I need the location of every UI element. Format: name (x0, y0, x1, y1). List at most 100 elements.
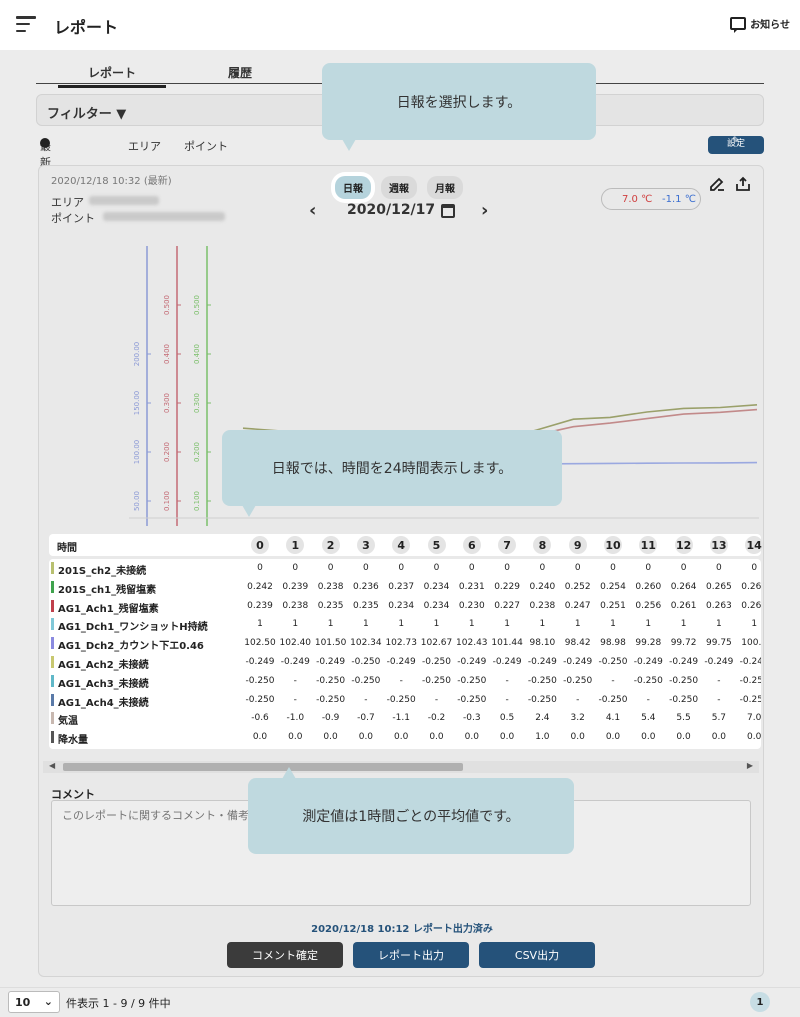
horizontal-scrollbar[interactable]: ◀ ▶ (43, 761, 759, 773)
row-name: AG1_Ach3_未接続 (51, 674, 149, 690)
page-button-1[interactable]: 1 (750, 992, 770, 1012)
notice-button[interactable]: お知らせ (730, 16, 790, 33)
hour-cell: 5 (427, 536, 446, 554)
table-cell: 0 (327, 563, 334, 573)
table-cell: -0.250 (351, 657, 381, 667)
callout-hourly-avg: 測定値は1時間ごとの平均値です。 (248, 767, 574, 854)
period-tab-monthly[interactable]: 月報 (427, 176, 463, 199)
row-name: 201S_ch1_残留塩素 (51, 580, 156, 596)
table-cell: 0 (504, 563, 510, 573)
csv-output-button[interactable]: CSV出力 (479, 942, 595, 968)
row-name: AG1_Ach2_未接続 (51, 656, 149, 671)
y-tick-label: 150.00 (133, 391, 141, 416)
table-cell: -1.0 (286, 713, 305, 724)
table-cell: 0 (645, 563, 652, 573)
period-tab-weekly[interactable]: 週報 (381, 176, 417, 199)
table-cell: - (611, 675, 615, 686)
table-row: 降水量 0.0 0.0 0.0 0.0 0.0 0.0 0.0 0.0 1.0 0.0 0.0 0.0 0… (49, 728, 761, 747)
table-cell: -0.249 (563, 657, 593, 667)
export-icon[interactable] (735, 176, 751, 192)
edit-icon[interactable] (709, 176, 725, 192)
table-cell: -0.250 (527, 694, 557, 705)
table-cell: 98.10 (529, 638, 556, 649)
table-cell: 0.0 (429, 732, 444, 743)
table-cell: 1 (610, 619, 616, 630)
comment-confirm-button[interactable]: コメント確定 (227, 942, 343, 968)
table-cell: 0.234 (423, 581, 450, 592)
table-cell: 102.73 (385, 638, 417, 649)
result-summary: 件表示 1 - 9 / 9 件中 (66, 997, 171, 1010)
settings-button[interactable]: ✎ 設定 (708, 136, 764, 154)
table-cell: - (717, 694, 721, 705)
row-name: 降水量 (51, 731, 88, 746)
table-cell: 0.238 (317, 581, 344, 592)
hour-cell: 2 (321, 536, 340, 554)
tab-report[interactable]: レポート (57, 64, 167, 88)
hour-cell: 11 (639, 536, 658, 554)
table-cell: -0.249 (492, 657, 522, 667)
scroll-left-icon[interactable]: ◀ (49, 761, 55, 770)
table-cell: 0 (539, 563, 546, 573)
table-cell: 0.5 (499, 713, 515, 724)
next-date-icon[interactable]: › (481, 200, 488, 221)
sort-point[interactable]: ポイント (184, 138, 228, 154)
table-cell: 100.3 (741, 638, 761, 649)
table-cell: 0.237 (388, 581, 415, 592)
table-cell: 0.238 (529, 600, 556, 611)
y-tick-label: 50.00 (133, 491, 141, 511)
per-page-select[interactable]: 10 ⌄ (8, 991, 60, 1013)
row-name: AG1_Ach4_未接続 (51, 693, 149, 709)
table-cell: 102.43 (456, 638, 488, 649)
table-cell: -0.249 (457, 657, 487, 667)
table-cell: 3.2 (570, 713, 585, 724)
table-cell: 1 (574, 619, 581, 630)
table-cell: 99.75 (706, 638, 732, 649)
scroll-thumb[interactable] (63, 763, 463, 771)
table-cell: - (576, 694, 580, 705)
table-cell: 0.0 (747, 732, 761, 743)
table-cell: 0.268 (741, 581, 761, 592)
table-cell: 99.72 (670, 638, 697, 649)
report-output-button[interactable]: レポート出力 (353, 942, 469, 968)
table-row: 201S_ch2_未接続 0 0 0 0 0 0 0 0 0 0 0 0 0 0 0 (49, 559, 761, 578)
table-cell: 1 (292, 619, 299, 630)
table-cell: 0.252 (564, 581, 591, 592)
table-cell: 0 (680, 563, 687, 573)
prev-date-icon[interactable]: ‹ (309, 200, 316, 221)
sort-row: 最新測定日時 エリア ポイント ✎ 設定 (40, 136, 764, 233)
hour-cell: 7 (498, 536, 517, 554)
chevron-down-icon (40, 138, 50, 148)
temp-max: 7.0 ℃ (622, 194, 653, 205)
table-cell: - (646, 694, 650, 705)
table-cell: -0.250 (316, 694, 346, 705)
period-tab-daily[interactable]: 日報 (335, 176, 371, 199)
table-cell: 0.0 (570, 732, 585, 743)
settings-label: 設定 (726, 139, 745, 149)
table-cell: 0.254 (600, 581, 626, 592)
hour-cell: 4 (392, 536, 411, 554)
table-cell: 0 (257, 563, 263, 573)
hour-cell: 1 (286, 536, 305, 554)
hour-cell: 9 (568, 536, 587, 554)
calendar-icon[interactable] (441, 204, 455, 218)
hour-cell: 3 (356, 536, 375, 554)
hour-cell: 8 (533, 536, 552, 554)
period-tabs: 日報 週報 月報 (335, 176, 463, 199)
table-cell: 1 (468, 619, 475, 630)
table-cell: 101.50 (314, 638, 347, 649)
table-cell: 0.240 (529, 581, 556, 592)
table-cell: -0.250 (351, 675, 381, 686)
table-row: AG1_Dch1_ワンショットH持続 1 1 1 1 1 1 1 1 1 1 1 1 1 1 1 (49, 615, 761, 634)
menu-icon[interactable] (16, 16, 36, 32)
table-cell: 0.231 (458, 581, 485, 592)
table-cell: 0.227 (494, 600, 520, 611)
table-cell: 0 (433, 563, 440, 573)
table-cell: - (505, 675, 509, 686)
table-cell: -0.2 (427, 713, 446, 724)
table-cell: 1 (363, 619, 369, 630)
report-card: 2020/12/18 10:32 (最新) エリア ポイント 日報 週報 月報 … (38, 165, 764, 977)
tab-history[interactable]: 履歴 (228, 64, 252, 81)
table-cell: -0.250 (527, 675, 557, 686)
scroll-right-icon[interactable]: ▶ (747, 761, 753, 770)
sort-area[interactable]: エリア (128, 138, 161, 154)
